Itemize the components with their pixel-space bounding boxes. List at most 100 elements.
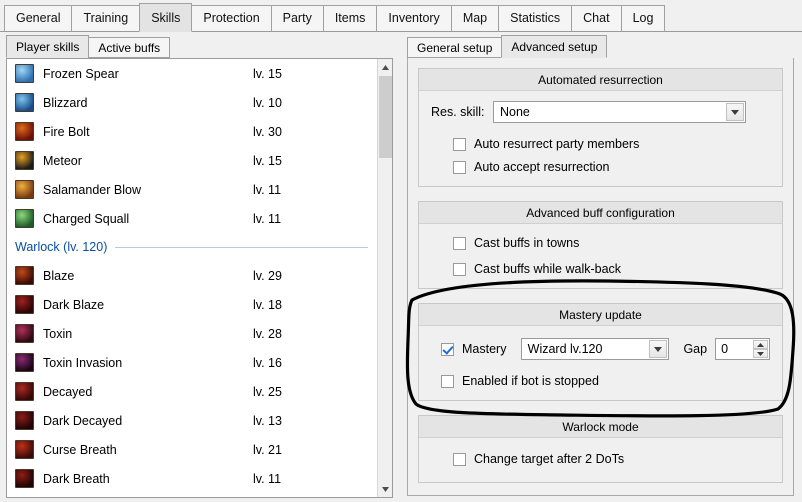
tab-map[interactable]: Map [450, 5, 500, 32]
auto-resurrect-checkbox[interactable] [453, 137, 466, 151]
scroll-down-arrow-icon[interactable] [378, 481, 392, 497]
skill-list-item[interactable]: Curse Breath lv. 21 [7, 435, 378, 464]
skill-list-item[interactable]: Frozen Spear lv. 15 [7, 59, 378, 88]
skill-icon [15, 64, 34, 83]
skill-level: lv. 18 [253, 297, 282, 312]
advanced-setup-panel: Automated resurrection Res. skill: None [407, 58, 794, 496]
cast-buffs-walkback-checkbox[interactable] [453, 262, 466, 276]
skill-list-item[interactable]: Meteor lv. 15 [7, 146, 378, 175]
skill-list-item[interactable]: Toxin lv. 28 [7, 319, 378, 348]
skill-name: Curse Breath [43, 442, 117, 457]
tab-training[interactable]: Training [71, 5, 141, 32]
skill-list-item[interactable]: Charged Squall lv. 11 [7, 204, 378, 233]
skill-list-item[interactable]: Dark Decayed lv. 13 [7, 406, 378, 435]
skill-list-item[interactable]: Decayed lv. 25 [7, 377, 378, 406]
res-skill-label: Res. skill: [431, 105, 485, 119]
skill-list-item[interactable]: Toxin Invasion lv. 16 [7, 348, 378, 377]
skill-icon [15, 469, 34, 488]
cast-buffs-towns-checkbox[interactable] [453, 236, 466, 250]
enabled-if-stopped-row[interactable]: Enabled if bot is stopped [441, 374, 770, 388]
tab-chat[interactable]: Chat [571, 5, 622, 32]
spinner-up-icon[interactable] [753, 340, 768, 349]
tab-skills[interactable]: Skills [139, 3, 193, 32]
skill-icon [15, 440, 34, 459]
mastery-label: Mastery [462, 342, 507, 356]
cast-buffs-towns-label: Cast buffs in towns [474, 236, 580, 250]
skill-list-item[interactable]: Fire Bolt lv. 30 [7, 117, 378, 146]
group-advanced-buffs: Advanced buff configuration Cast buffs i… [418, 201, 783, 289]
change-target-row[interactable]: Change target after 2 DoTs [453, 452, 770, 466]
skill-list-item[interactable]: Dark Blaze lv. 18 [7, 290, 378, 319]
skill-icon [15, 295, 34, 314]
auto-accept-checkbox[interactable] [453, 160, 466, 174]
skill-level: lv. 29 [253, 268, 282, 283]
scrollbar-thumb[interactable] [379, 76, 392, 158]
subtab-active-buffs[interactable]: Active buffs [88, 37, 171, 58]
mastery-combobox[interactable]: Wizard lv.120 [520, 338, 670, 360]
enabled-if-stopped-label: Enabled if bot is stopped [462, 374, 599, 388]
cast-buffs-walkback-row[interactable]: Cast buffs while walk-back [453, 262, 770, 276]
tab-statistics[interactable]: Statistics [498, 5, 573, 32]
group-warlock-mode: Warlock mode Change target after 2 DoTs [418, 415, 783, 483]
change-target-label: Change target after 2 DoTs [474, 452, 625, 466]
auto-resurrect-row[interactable]: Auto resurrect party members [453, 137, 770, 151]
enabled-if-stopped-checkbox[interactable] [441, 374, 454, 388]
skill-level: lv. 13 [253, 413, 282, 428]
mastery-value: Wizard lv.120 [527, 342, 603, 356]
chevron-down-icon[interactable] [649, 340, 668, 358]
skill-level: lv. 21 [253, 442, 282, 457]
skill-icon [15, 209, 34, 228]
skill-name: Frozen Spear [43, 66, 119, 81]
group-title-mastery: Mastery update [419, 304, 782, 326]
skill-name: Salamander Blow [43, 182, 141, 197]
chevron-down-icon[interactable] [726, 103, 744, 121]
skill-icon [15, 93, 34, 112]
cast-buffs-towns-row[interactable]: Cast buffs in towns [453, 236, 770, 250]
main-tab-bar: General Training Skills Protection Party… [0, 0, 802, 32]
subtab-general-setup[interactable]: General setup [407, 37, 503, 58]
skill-list-item[interactable]: Blood Flowerlv. 30 [7, 493, 378, 497]
gap-spinner[interactable]: 0 [715, 338, 770, 360]
subtab-advanced-setup[interactable]: Advanced setup [501, 35, 608, 58]
mastery-checkbox[interactable] [441, 342, 454, 356]
skill-name: Dark Decayed [43, 413, 123, 428]
res-skill-combobox[interactable]: None [493, 101, 746, 123]
tab-party[interactable]: Party [270, 5, 324, 32]
skill-icon [15, 353, 34, 372]
scroll-up-arrow-icon[interactable] [378, 59, 392, 75]
main-tabs: General Training Skills Protection Party… [0, 0, 802, 32]
subtab-player-skills[interactable]: Player skills [6, 35, 90, 58]
auto-accept-row[interactable]: Auto accept resurrection [453, 160, 770, 174]
skill-name: Dark Blaze [43, 297, 105, 312]
change-target-checkbox[interactable] [453, 452, 466, 466]
skill-level: lv. 10 [253, 95, 282, 110]
skill-list-item[interactable]: Dark Breath lv. 11 [7, 464, 378, 493]
res-skill-value: None [500, 105, 530, 119]
left-panel: Player skills Active buffs Frozen Spear l… [0, 32, 399, 502]
tab-items[interactable]: Items [322, 5, 378, 32]
skill-list-item[interactable]: Blizzard lv. 10 [7, 88, 378, 117]
skill-level: lv. 16 [253, 355, 282, 370]
group-automated-resurrection: Automated resurrection Res. skill: None [418, 68, 783, 187]
skill-list-scrollbar[interactable] [377, 59, 392, 497]
skill-name: Blaze [43, 268, 75, 283]
skill-list-item[interactable]: Blaze lv. 29 [7, 261, 378, 290]
group-title-buffs: Advanced buff configuration [419, 202, 782, 224]
gap-label: Gap [683, 342, 708, 356]
skill-list-item[interactable]: Salamander Blow lv. 11 [7, 175, 378, 204]
tab-inventory[interactable]: Inventory [376, 5, 452, 32]
auto-resurrect-label: Auto resurrect party members [474, 137, 640, 151]
application-window: General Training Skills Protection Party… [0, 0, 802, 502]
skill-name: Meteor [43, 153, 82, 168]
skill-icon [15, 382, 34, 401]
tab-log[interactable]: Log [620, 5, 666, 32]
skill-group-label: Warlock (lv. 120) [15, 240, 116, 254]
mastery-row: Mastery Wizard lv.120 Gap 0 [431, 338, 770, 360]
tab-protection[interactable]: Protection [191, 5, 272, 32]
left-subtabs: Player skills Active buffs [0, 32, 399, 58]
tab-general[interactable]: General [4, 5, 73, 32]
spinner-down-icon[interactable] [753, 349, 768, 358]
group-title-resurrection: Automated resurrection [419, 69, 782, 91]
skill-level: lv. 11 [253, 211, 282, 226]
skill-list[interactable]: Frozen Spear lv. 15 Blizzard lv. 10 Fire Bol… [7, 59, 378, 497]
